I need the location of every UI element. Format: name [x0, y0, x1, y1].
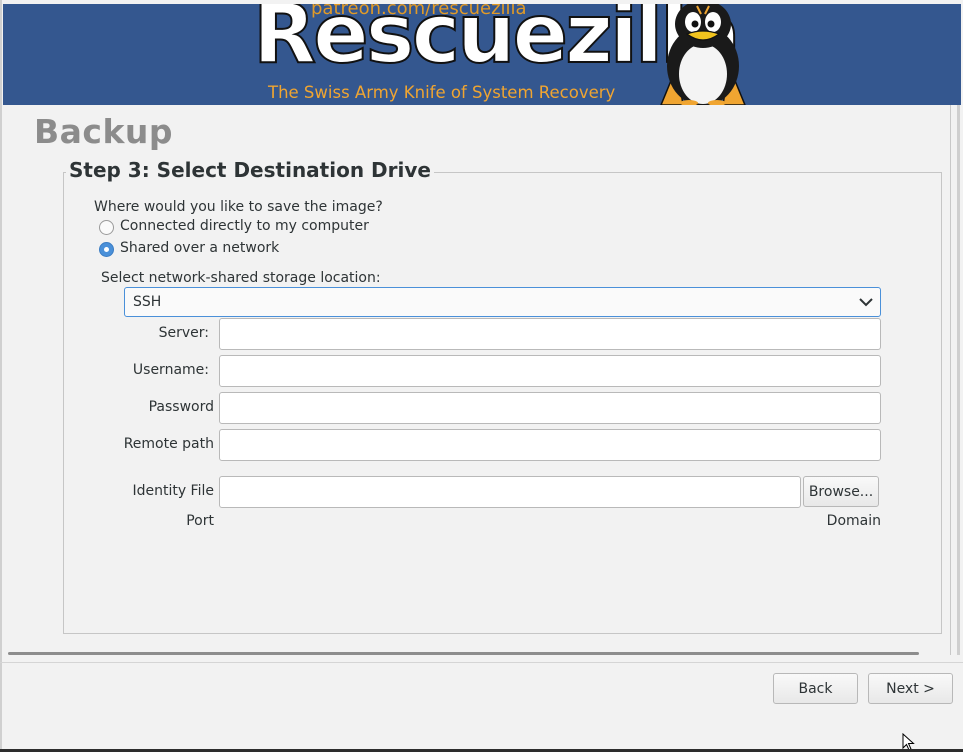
storage-type-value: SSH — [133, 294, 162, 310]
radio-local-drive[interactable] — [99, 220, 114, 235]
username-input[interactable] — [219, 355, 881, 387]
header-banner: patreon.com/rescuezilla Rescuezilla The … — [3, 4, 961, 105]
back-button[interactable]: Back — [773, 673, 858, 704]
radio-network-share-label[interactable]: Shared over a network — [120, 240, 279, 256]
storage-type-dropdown[interactable]: SSH — [124, 287, 881, 317]
chevron-down-icon — [859, 298, 873, 307]
password-label: Password — [148, 399, 214, 415]
logo-tagline: The Swiss Army Knife of System Recovery — [268, 83, 616, 102]
penguin-mascot-icon — [660, 4, 746, 105]
server-input[interactable] — [219, 318, 881, 350]
password-input[interactable] — [219, 392, 881, 424]
server-label: Server: — [158, 325, 209, 341]
remote-path-label: Remote path — [123, 436, 214, 452]
scrollbar[interactable] — [957, 105, 960, 655]
page-title: Backup — [34, 112, 174, 151]
remote-path-input[interactable] — [219, 429, 881, 461]
window-left-edge — [0, 0, 2, 752]
radio-local-drive-label[interactable]: Connected directly to my computer — [120, 218, 369, 234]
identity-file-label: Identity File — [132, 483, 214, 499]
storage-location-label: Select network-shared storage location: — [101, 270, 381, 286]
radio-network-share[interactable] — [99, 242, 114, 257]
step-title: Step 3: Select Destination Drive — [66, 158, 434, 182]
browse-button[interactable]: Browse... — [803, 476, 879, 507]
identity-file-input[interactable] — [219, 476, 801, 508]
next-button[interactable]: Next > — [868, 673, 953, 704]
port-label: Port — [186, 513, 214, 529]
scroll-area-edge — [950, 105, 962, 655]
footer-divider — [0, 662, 963, 663]
save-question-label: Where would you like to save the image? — [94, 199, 383, 215]
horizontal-scrollbar[interactable] — [8, 652, 919, 655]
domain-label: Domain — [826, 513, 881, 529]
username-label: Username: — [132, 362, 209, 378]
